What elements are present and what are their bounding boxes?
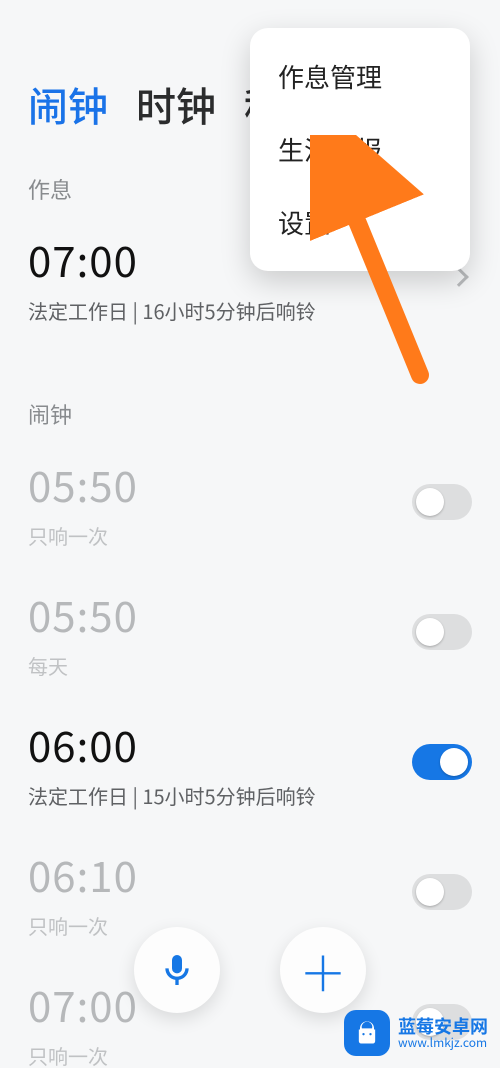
fab-container: ＋	[0, 927, 500, 1013]
menu-item-life-morning[interactable]: 生活早报	[250, 113, 470, 186]
alarm-toggle[interactable]	[412, 874, 472, 910]
alarm-sub: 每天	[28, 651, 412, 680]
tab-alarm[interactable]: 闹钟	[28, 75, 108, 133]
watermark: 蓝莓安卓网 www.lmkjz.com	[344, 1010, 488, 1056]
alarm-time: 06:10	[28, 844, 412, 905]
watermark-title: 蓝莓安卓网	[398, 1016, 488, 1037]
voice-button[interactable]	[134, 927, 220, 1013]
overflow-menu: 作息管理 生活早报 设置	[250, 28, 470, 271]
alarm-toggle[interactable]	[412, 484, 472, 520]
alarm-time: 05:50	[28, 584, 412, 645]
section-label-alarms: 闹钟	[0, 343, 500, 438]
plus-icon: ＋	[299, 946, 347, 994]
tab-clock[interactable]: 时钟	[136, 75, 216, 133]
alarm-row[interactable]: 05:50 只响一次	[0, 438, 500, 568]
alarm-sub: 法定工作日 | 15小时5分钟后响铃	[28, 781, 412, 810]
watermark-url: www.lmkjz.com	[398, 1036, 488, 1050]
alarm-row[interactable]: 06:00 法定工作日 | 15小时5分钟后响铃	[0, 698, 500, 828]
microphone-icon	[157, 950, 197, 990]
alarm-toggle[interactable]	[412, 614, 472, 650]
alarm-toggle[interactable]	[412, 744, 472, 780]
alarm-time: 06:00	[28, 714, 412, 775]
alarm-sub: 只响一次	[28, 521, 412, 550]
menu-item-settings[interactable]: 设置	[250, 186, 470, 259]
alarm-row[interactable]: 05:50 每天	[0, 568, 500, 698]
add-alarm-button[interactable]: ＋	[280, 927, 366, 1013]
schedule-sub: 法定工作日 | 16小时5分钟后响铃	[28, 296, 452, 325]
menu-item-schedule-manage[interactable]: 作息管理	[250, 40, 470, 113]
alarm-time: 05:50	[28, 454, 412, 515]
watermark-logo-icon	[344, 1010, 390, 1056]
